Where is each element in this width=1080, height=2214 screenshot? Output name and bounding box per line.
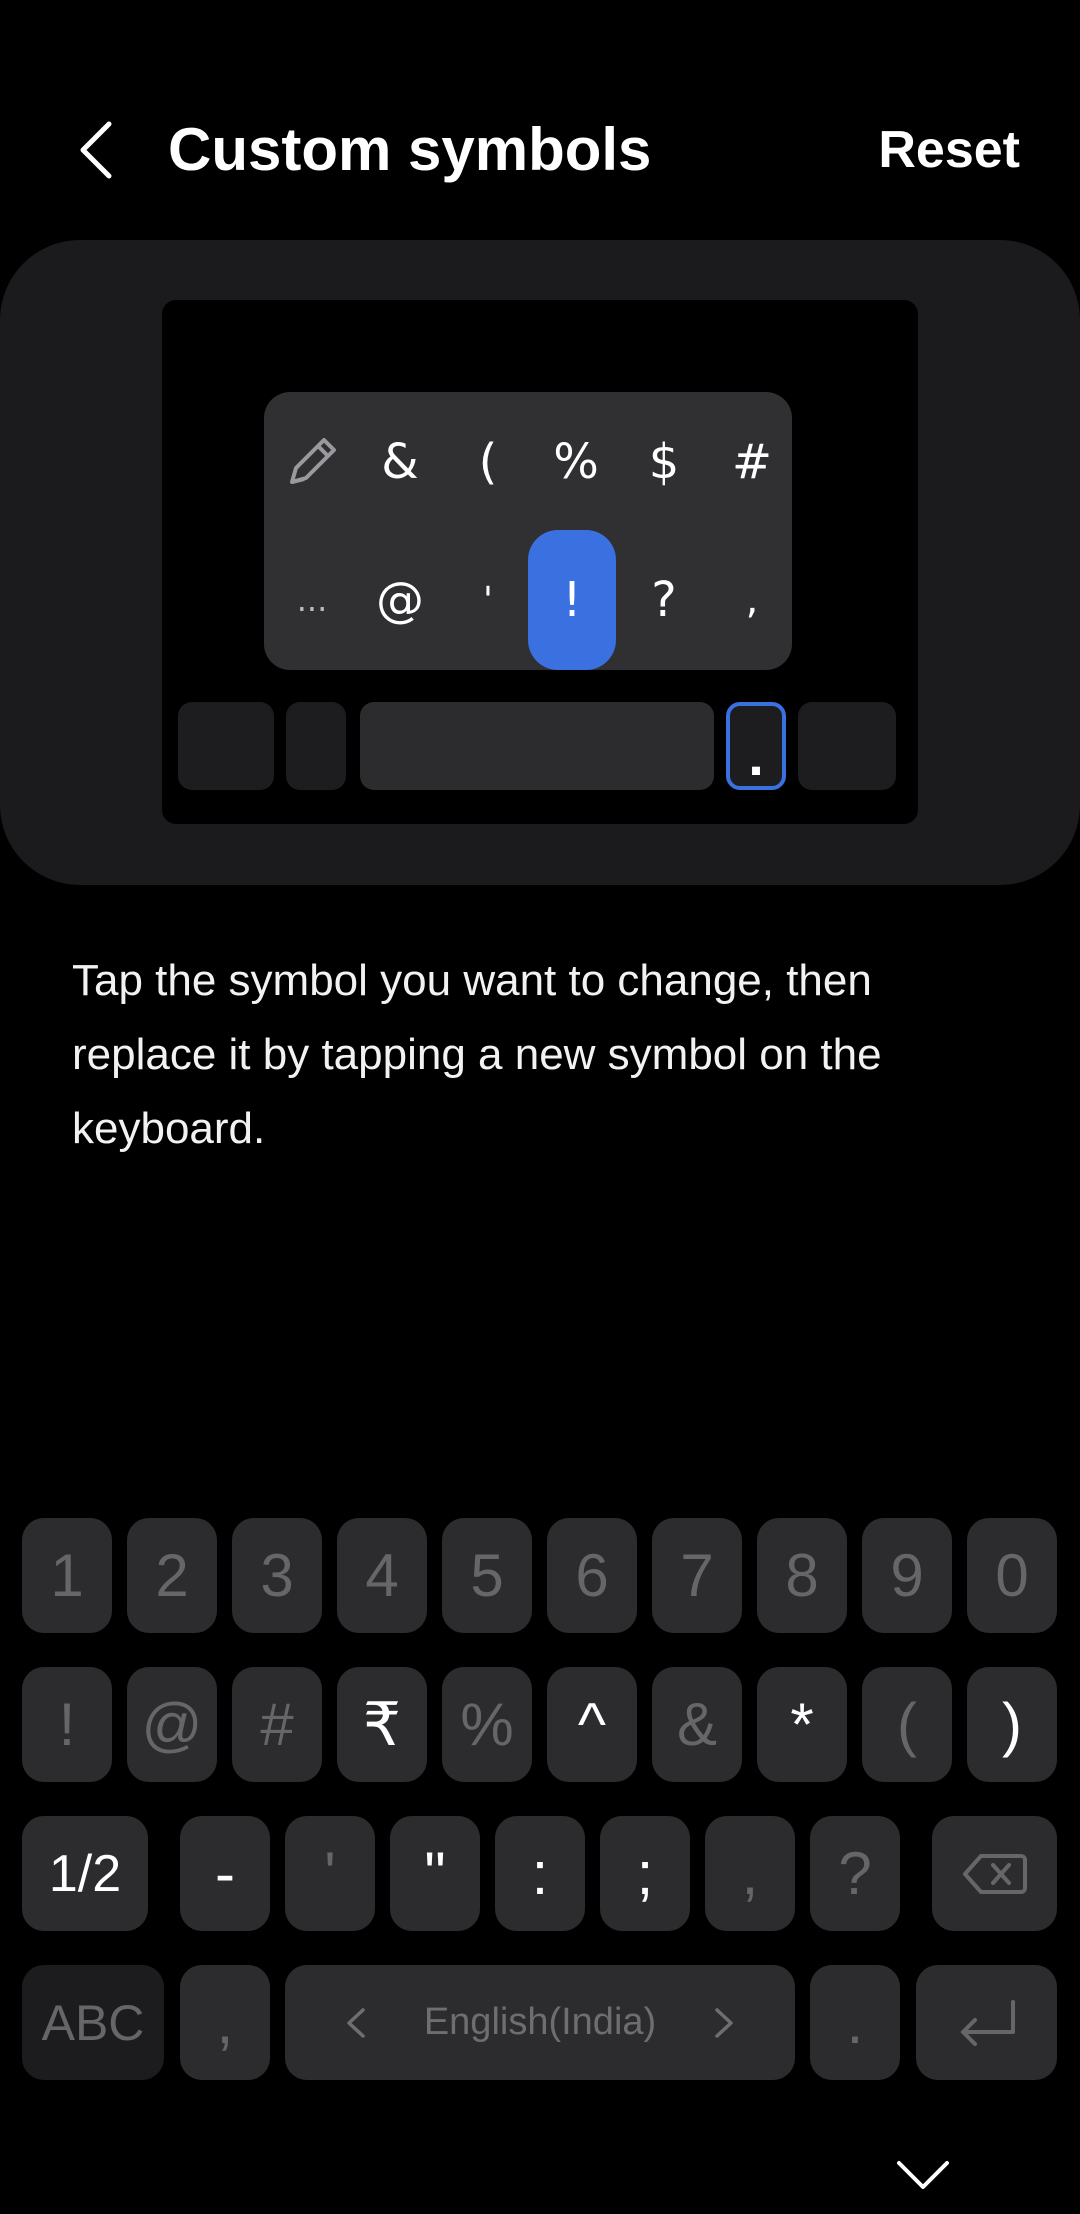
backspace-icon: [962, 1853, 1027, 1894]
chevron-down-icon: [897, 2161, 949, 2189]
abc-key[interactable]: ABC: [22, 1965, 164, 2080]
keyboard-preview-card: & ( % $ # ... @ ' ! ? , .: [0, 240, 1080, 885]
popup-key[interactable]: (: [444, 392, 532, 532]
page-toggle-key[interactable]: 1/2: [22, 1816, 148, 1931]
instructions-text: Tap the symbol you want to change, then …: [72, 956, 882, 1153]
key-4[interactable]: 4: [337, 1518, 427, 1633]
key-caret[interactable]: ^: [547, 1667, 637, 1782]
app-header: Custom symbols Reset: [0, 80, 1080, 210]
chevron-right-icon: [715, 2007, 733, 2038]
key-1[interactable]: 1: [22, 1518, 112, 1633]
key-question[interactable]: ?: [810, 1816, 900, 1931]
comma-key[interactable]: ,: [180, 1965, 270, 2080]
key-2[interactable]: 2: [127, 1518, 217, 1633]
space-bar[interactable]: English(India): [285, 1965, 795, 2080]
key-quote[interactable]: ": [390, 1816, 480, 1931]
key-8[interactable]: 8: [757, 1518, 847, 1633]
page-title: Custom symbols: [168, 116, 652, 183]
enter-icon: [960, 1999, 1015, 2046]
key-9[interactable]: 9: [862, 1518, 952, 1633]
key-5[interactable]: 5: [442, 1518, 532, 1633]
key-at[interactable]: @: [127, 1667, 217, 1782]
popup-key-selected[interactable]: !: [528, 530, 616, 670]
pencil-icon: [290, 438, 336, 484]
popup-key[interactable]: ,: [708, 530, 796, 670]
period-key[interactable]: .: [810, 1965, 900, 2080]
key-comma[interactable]: ,: [705, 1816, 795, 1931]
popup-key[interactable]: #: [708, 392, 796, 532]
language-label: English(India): [423, 2001, 657, 2043]
key-dash[interactable]: -: [180, 1816, 270, 1931]
key-asterisk[interactable]: *: [757, 1667, 847, 1782]
key-percent[interactable]: %: [442, 1667, 532, 1782]
preview-key: [798, 702, 896, 790]
back-button[interactable]: [60, 110, 130, 190]
chevron-left-icon: [347, 2007, 365, 2038]
key-exclamation[interactable]: !: [22, 1667, 112, 1782]
key-rupee[interactable]: ₹: [337, 1667, 427, 1782]
symbol-keyboard: 1 2 3 4 5 6 7 8 9 0 ! @ # ₹ % ^ & * ( ) …: [0, 1500, 1080, 2100]
key-open-paren[interactable]: (: [862, 1667, 952, 1782]
key-7[interactable]: 7: [652, 1518, 742, 1633]
key-3[interactable]: 3: [232, 1518, 322, 1633]
preview-space-key: [360, 702, 714, 790]
backspace-key[interactable]: [932, 1816, 1057, 1931]
chevron-left-icon: [80, 121, 112, 179]
key-6[interactable]: 6: [547, 1518, 637, 1633]
popup-key[interactable]: ?: [620, 530, 708, 670]
preview-period-key[interactable]: .: [726, 702, 786, 790]
enter-key[interactable]: [916, 1965, 1057, 2080]
popup-key[interactable]: $: [620, 392, 708, 532]
popup-key[interactable]: ': [444, 530, 532, 670]
popup-key[interactable]: @: [356, 530, 444, 670]
popup-key[interactable]: %: [532, 392, 620, 532]
edit-symbol-key[interactable]: [268, 392, 356, 532]
key-0[interactable]: 0: [967, 1518, 1057, 1633]
key-close-paren[interactable]: ): [967, 1667, 1057, 1782]
reset-button[interactable]: Reset: [878, 110, 1020, 190]
key-semicolon[interactable]: ;: [600, 1816, 690, 1931]
symbol-popup: & ( % $ # ... @ ' ! ? ,: [264, 392, 792, 670]
popup-key[interactable]: &: [356, 392, 444, 532]
key-apostrophe[interactable]: ': [285, 1816, 375, 1931]
preview-key: [178, 702, 274, 790]
key-hash[interactable]: #: [232, 1667, 322, 1782]
preview-screen: & ( % $ # ... @ ' ! ? , .: [162, 300, 918, 824]
key-colon[interactable]: :: [495, 1816, 585, 1931]
preview-key: [286, 702, 346, 790]
hide-keyboard-button[interactable]: [890, 2150, 956, 2200]
key-ampersand[interactable]: &: [652, 1667, 742, 1782]
popup-key[interactable]: ...: [268, 530, 356, 670]
